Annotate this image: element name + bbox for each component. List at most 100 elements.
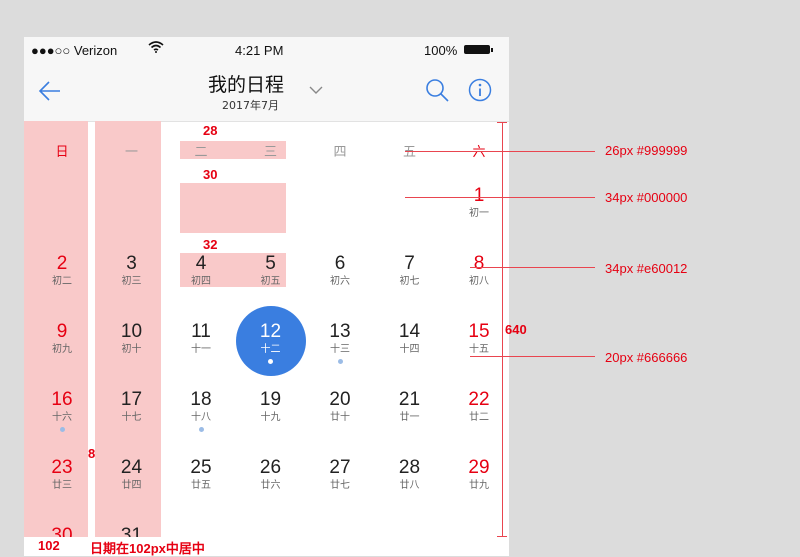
chevron-down-icon[interactable]: [309, 85, 323, 95]
lunar-date: 廿八: [399, 480, 420, 491]
event-dot: [268, 359, 273, 364]
day-number: 17: [120, 389, 143, 410]
lunar-date: 十三: [330, 344, 350, 355]
weekend-spec-label: 34px #e60012: [605, 261, 688, 276]
day-number: 4: [195, 253, 207, 274]
number-spec-label: 34px #000000: [605, 190, 688, 205]
day-number: 24: [120, 457, 143, 478]
day-number: 7: [404, 253, 415, 274]
day-cell-9[interactable]: 9 初九: [27, 321, 97, 356]
day-number: 11: [191, 321, 211, 342]
lunar-date: 十六: [52, 412, 72, 423]
day-number: 27: [329, 457, 351, 478]
day-cell-14[interactable]: 14 十四: [375, 321, 445, 356]
weekend-spec-line: [470, 267, 595, 268]
lunar-date: 廿六: [260, 480, 281, 491]
day-cell-26[interactable]: 26 廿六: [236, 457, 306, 492]
navigation-bar: 我的日程 2017年7月: [24, 63, 509, 122]
cell-highlight-1: [180, 183, 286, 233]
day-number: 29: [468, 457, 490, 478]
day-number: 8: [473, 253, 485, 274]
lunar-date: 廿三: [52, 480, 72, 491]
day-cell-23[interactable]: 23 廿三: [27, 457, 97, 492]
event-dot: [59, 427, 65, 432]
month-subtitle: 2017年7月: [222, 99, 279, 112]
spacing-label-30: 30: [203, 167, 218, 182]
day-cell-10[interactable]: 10 初十: [97, 321, 167, 356]
day-cell-2[interactable]: 2 初二: [27, 253, 97, 288]
weekday-2: 二: [194, 145, 208, 160]
lunar-date: 廿二: [469, 412, 489, 423]
day-number: 9: [56, 321, 68, 342]
column-width-label: 102: [38, 538, 60, 553]
weekday-3: 三: [263, 145, 277, 160]
day-cell-19[interactable]: 19 十九: [236, 389, 306, 424]
battery-icon: [464, 45, 490, 54]
lunar-date: 十四: [399, 344, 420, 355]
lunar-spec-label: 20px #666666: [605, 350, 688, 365]
info-icon[interactable]: [468, 78, 492, 102]
day-cell-24[interactable]: 24 廿四: [97, 457, 167, 492]
back-arrow-icon[interactable]: [36, 77, 64, 105]
lunar-date: 初七: [399, 276, 420, 287]
day-cell-7[interactable]: 7 初七: [375, 253, 445, 288]
day-number: 16: [51, 389, 73, 410]
lunar-date: 初四: [191, 276, 211, 287]
gap-label-8: 8: [88, 446, 96, 461]
day-cell-21[interactable]: 21 廿一: [375, 389, 445, 424]
spacing-label-28: 28: [203, 123, 218, 138]
wifi-icon: [148, 41, 164, 56]
day-number: 25: [190, 457, 212, 478]
day-cell-25[interactable]: 25 廿五: [166, 457, 236, 492]
page-title[interactable]: 我的日程: [208, 70, 284, 97]
lunar-date: 十九: [260, 412, 281, 423]
event-dot: [198, 427, 204, 432]
day-number: 3: [126, 253, 137, 274]
day-cell-4[interactable]: 4 初四: [166, 253, 236, 288]
battery-percent: 100%: [424, 43, 458, 58]
spacing-label-32: 32: [203, 237, 218, 252]
event-dot: [337, 359, 343, 364]
day-cell-5[interactable]: 5 初五: [236, 253, 306, 288]
lunar-spec-line: [470, 356, 595, 357]
lunar-date: 廿九: [469, 480, 489, 491]
day-cell-18[interactable]: 18 十八: [166, 389, 236, 432]
day-number: 1: [473, 185, 485, 206]
day-number: 26: [259, 457, 282, 478]
lunar-date: 十八: [191, 412, 211, 423]
day-number: 5: [265, 253, 276, 274]
day-cell-1[interactable]: 1 初一: [444, 185, 509, 220]
day-cell-3[interactable]: 3 初三: [97, 253, 167, 288]
day-cell-12[interactable]: 12 十二: [236, 321, 306, 364]
status-bar: ●●●○○ Verizon 4:21 PM 100%: [24, 37, 509, 63]
carrier-label: ●●●○○ Verizon: [31, 43, 118, 58]
phone-screen: ●●●○○ Verizon 4:21 PM 100% 我的日程 2017年7月: [24, 37, 509, 556]
day-cell-17[interactable]: 17 十七: [97, 389, 167, 424]
day-number: 21: [398, 389, 421, 410]
lunar-date: 十七: [121, 412, 142, 423]
day-cell-15[interactable]: 15 十五: [444, 321, 509, 356]
day-number: 13: [329, 321, 351, 342]
day-cell-6[interactable]: 6 初六: [305, 253, 375, 288]
day-cell-22[interactable]: 22 廿二: [444, 389, 509, 424]
day-number: 15: [468, 321, 490, 342]
day-cell-8[interactable]: 8 初八: [444, 253, 509, 288]
center-note-label: 日期在102px中居中: [90, 541, 205, 556]
day-cell-28[interactable]: 28 廿八: [375, 457, 445, 492]
number-spec-line: [405, 197, 595, 198]
height-label: 640: [505, 322, 527, 337]
day-cell-13[interactable]: 13 十三: [305, 321, 375, 364]
lunar-date: 初一: [469, 208, 489, 219]
day-cell-20[interactable]: 20 廿十: [305, 389, 375, 424]
lunar-date: 十一: [191, 344, 211, 355]
lunar-date: 初五: [260, 276, 281, 287]
day-cell-16[interactable]: 16 十六: [27, 389, 97, 432]
search-icon[interactable]: [424, 77, 450, 103]
day-cell-11[interactable]: 11 十一: [166, 321, 236, 356]
day-cell-27[interactable]: 27 廿七: [305, 457, 375, 492]
lunar-date: 初二: [52, 276, 72, 287]
day-number: 23: [51, 457, 73, 478]
lunar-date: 初九: [52, 344, 72, 355]
lunar-date: 十五: [469, 344, 489, 355]
day-cell-29[interactable]: 29 廿九: [444, 457, 509, 492]
